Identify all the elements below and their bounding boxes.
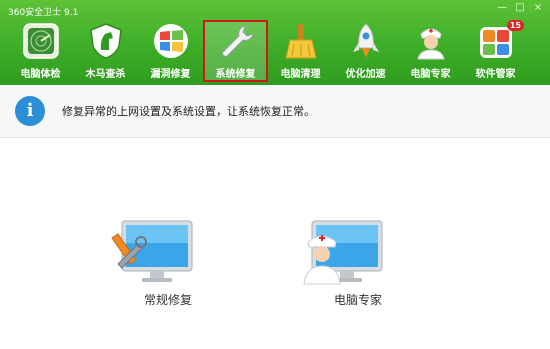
tool-label: 漏洞修复 <box>150 69 191 80</box>
tool-computer-expert[interactable]: 电脑专家 <box>398 20 463 82</box>
update-count-badge: 15 <box>506 20 524 31</box>
rocket-icon <box>353 23 379 58</box>
tool-label: 优化加速 <box>345 69 386 80</box>
info-icon: i <box>15 96 45 126</box>
close-button[interactable]: × <box>530 0 546 14</box>
option-standard-repair[interactable]: 常规修复 <box>108 218 228 318</box>
info-bar: i 修复异常的上网设置及系统设置，让系统恢复正常。 <box>0 85 550 138</box>
repair-tools-monitor-icon <box>111 220 193 282</box>
tool-computer-checkup[interactable]: 电脑体检 <box>8 20 73 82</box>
option-label: 电脑专家 <box>333 293 382 307</box>
doctor-monitor-icon <box>303 220 383 285</box>
tool-label: 系统修复 <box>215 69 256 80</box>
broom-icon <box>285 24 317 59</box>
window-controls: — □ × <box>494 0 546 14</box>
tool-label: 软件管家 <box>475 69 516 80</box>
main-toolbar: 电脑体检 木马查杀 漏洞修复 系统修复 电脑清理 优化加速 电脑专家 15 软件… <box>8 20 548 82</box>
info-message: 修复异常的上网设置及系统设置，让系统恢复正常。 <box>62 105 315 118</box>
horse-shield-icon <box>90 23 122 59</box>
option-label: 常规修复 <box>143 293 192 307</box>
doctor-icon <box>417 28 445 60</box>
tool-label: 木马查杀 <box>85 69 126 80</box>
tool-computer-cleanup[interactable]: 电脑清理 <box>268 20 333 82</box>
maximize-button[interactable]: □ <box>512 0 528 14</box>
tool-label: 电脑清理 <box>280 69 321 80</box>
tool-system-repair[interactable]: 系统修复 <box>203 20 268 82</box>
tool-optimize-speed[interactable]: 优化加速 <box>333 20 398 82</box>
window-title: 360安全卫士 9.1 <box>8 8 79 18</box>
tool-vulnerability-fix[interactable]: 漏洞修复 <box>138 20 203 82</box>
minimize-button[interactable]: — <box>494 0 510 14</box>
tool-label: 电脑体检 <box>20 69 61 80</box>
top-header: 360安全卫士 9.1 — □ × 电脑体检 木马查杀 漏洞修复 系统修复 电脑… <box>0 0 550 85</box>
tool-label: 电脑专家 <box>410 69 451 80</box>
wrench-icon <box>222 25 254 57</box>
tool-trojan-scan[interactable]: 木马查杀 <box>73 20 138 82</box>
tool-software-manager[interactable]: 15 软件管家 <box>463 20 528 82</box>
radar-icon <box>23 23 59 59</box>
windows-patch-icon <box>154 24 188 58</box>
option-computer-expert[interactable]: 电脑专家 <box>298 218 418 318</box>
